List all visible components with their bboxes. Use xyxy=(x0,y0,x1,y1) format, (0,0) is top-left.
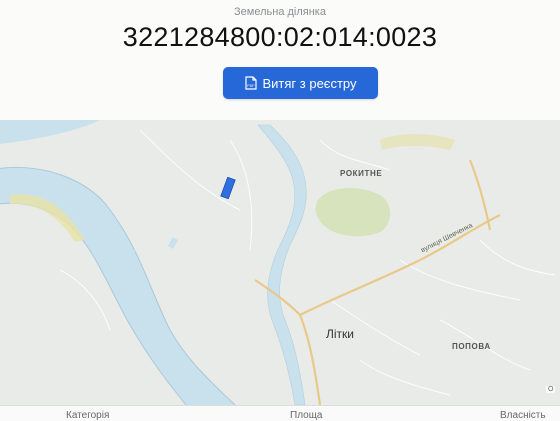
footer-col-ownership: Власність xyxy=(500,410,546,421)
registry-extract-label: Витяг з реєстру xyxy=(262,75,357,91)
parcel-map[interactable]: РОКИТНЕ Літки ПОПОВА вулиця Шевченка О xyxy=(0,120,560,405)
footer-col-area: Площа xyxy=(290,410,323,421)
cadastral-number: 3221284800:02:014:0023 xyxy=(122,22,438,52)
registry-extract-button[interactable]: PDF Витяг з реєстру xyxy=(223,67,378,99)
map-label-litky: Літки xyxy=(326,327,354,341)
svg-text:PDF: PDF xyxy=(247,84,255,88)
parcel-info-footer: Категорія Площа Власність xyxy=(0,405,560,421)
pdf-file-icon: PDF xyxy=(244,76,257,90)
map-label-popova: ПОПОВА xyxy=(452,342,491,351)
footer-col-category: Категорія xyxy=(66,410,110,421)
map-canvas xyxy=(0,120,560,405)
map-attribution: О xyxy=(546,386,556,393)
page-subtitle: Земельна ділянка xyxy=(234,6,326,18)
parcel-header: Земельна ділянка 3221284800:02:014:0023 … xyxy=(0,0,560,120)
map-label-rokytne: РОКИТНЕ xyxy=(340,169,383,178)
